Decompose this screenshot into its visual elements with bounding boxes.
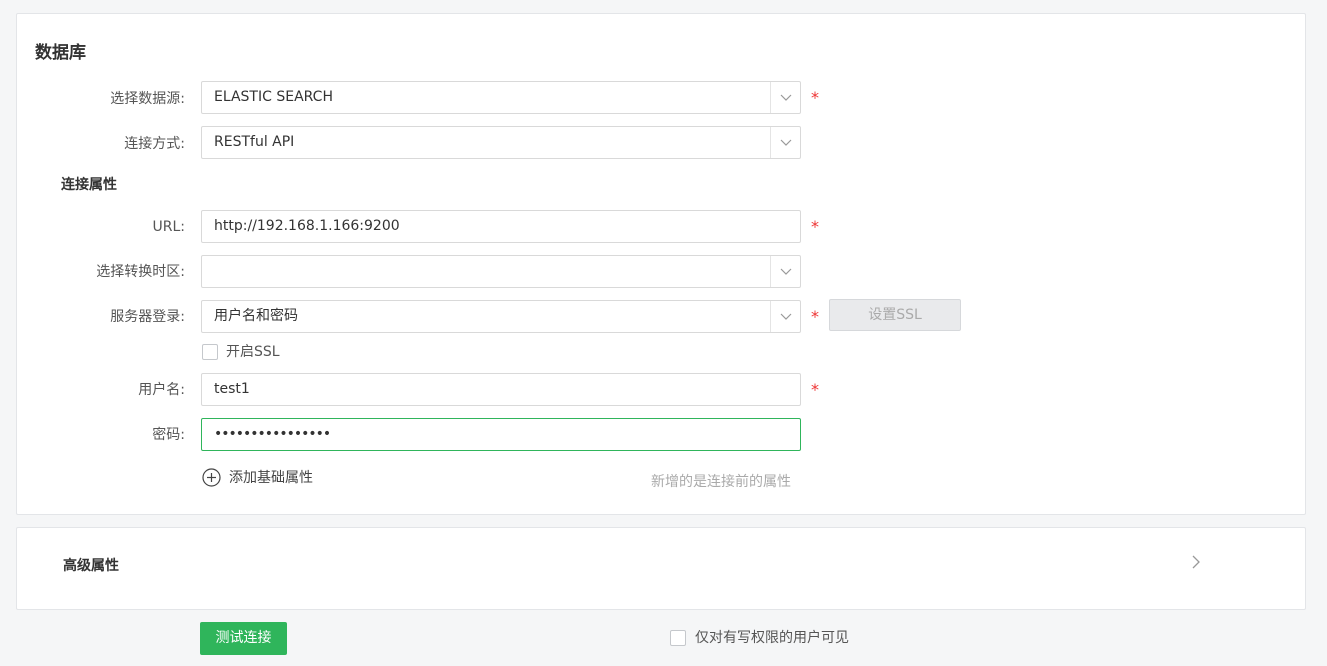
test-connection-button[interactable]: 测试连接 (200, 622, 287, 655)
database-title: 数据库 (35, 43, 86, 63)
datasource-select[interactable]: ELASTIC SEARCH (201, 81, 801, 114)
connection-select[interactable]: RESTful API (201, 126, 801, 159)
chevron-down-icon[interactable] (770, 256, 800, 287)
plus-circle-icon (202, 467, 221, 487)
required-mark: * (811, 380, 819, 399)
password-label: 密码: (152, 427, 185, 443)
required-mark: * (811, 307, 819, 326)
enable-ssl-checkbox[interactable] (202, 344, 218, 360)
timezone-label: 选择转换时区: (96, 264, 185, 280)
add-basic-property-button[interactable]: 添加基础属性 (202, 467, 313, 487)
server-login-label: 服务器登录: (110, 309, 185, 325)
username-input[interactable]: test1 (201, 373, 801, 406)
url-input[interactable]: http://192.168.1.166:9200 (201, 210, 801, 243)
datasource-value: ELASTIC SEARCH (214, 89, 333, 105)
username-value: test1 (214, 381, 250, 397)
url-label: URL: (152, 219, 186, 235)
chevron-right-icon[interactable] (1192, 555, 1200, 569)
server-login-value: 用户名和密码 (214, 308, 298, 324)
write-permission-only-checkbox[interactable] (670, 630, 686, 646)
connection-props-title: 连接属性 (61, 177, 117, 193)
required-mark: * (811, 217, 819, 236)
timezone-select[interactable] (201, 255, 801, 288)
datasource-label: 选择数据源: (110, 91, 185, 107)
password-input[interactable]: •••••••••••••••• (201, 418, 801, 451)
chevron-down-icon[interactable] (770, 82, 800, 113)
database-panel: 数据库 选择数据源: ELASTIC SEARCH * 连接方式: RESTfu… (16, 13, 1306, 515)
advanced-panel[interactable]: 高级属性 (16, 527, 1306, 610)
advanced-title: 高级属性 (63, 558, 119, 574)
server-login-select[interactable]: 用户名和密码 (201, 300, 801, 333)
write-permission-only-label: 仅对有写权限的用户可见 (695, 630, 849, 646)
url-value: http://192.168.1.166:9200 (214, 218, 400, 234)
chevron-down-icon[interactable] (770, 127, 800, 158)
required-mark: * (811, 88, 819, 107)
enable-ssl-label: 开启SSL (226, 344, 280, 360)
connection-value: RESTful API (214, 134, 295, 150)
connection-label: 连接方式: (124, 136, 185, 152)
password-value: •••••••••••••••• (214, 426, 331, 442)
username-label: 用户名: (138, 382, 185, 398)
add-basic-property-label: 添加基础属性 (229, 470, 313, 486)
set-ssl-button[interactable]: 设置SSL (829, 299, 961, 331)
chevron-down-icon[interactable] (770, 301, 800, 332)
add-property-hint: 新增的是连接前的属性 (651, 474, 791, 490)
